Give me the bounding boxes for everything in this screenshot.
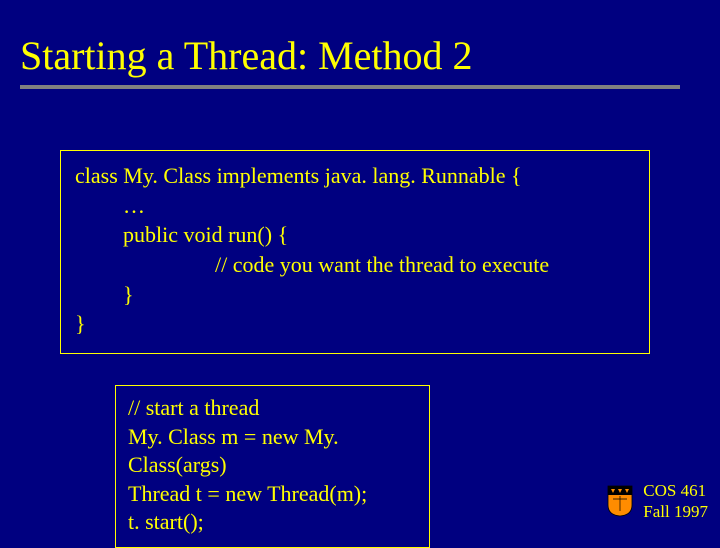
code-line: class My. Class implements java. lang. R… bbox=[75, 161, 635, 191]
footer: COS 461 Fall 1997 bbox=[607, 480, 708, 523]
code-line: public void run() { bbox=[75, 220, 635, 250]
code-line: // code you want the thread to execute bbox=[75, 250, 635, 280]
page-title: Starting a Thread: Method 2 bbox=[20, 32, 700, 79]
code-line: // start a thread bbox=[128, 394, 417, 423]
term-label: Fall 1997 bbox=[643, 501, 708, 522]
code-line: t. start(); bbox=[128, 508, 417, 537]
code-block-usage: // start a thread My. Class m = new My. … bbox=[115, 385, 430, 548]
footer-text: COS 461 Fall 1997 bbox=[643, 480, 708, 523]
code-line: … bbox=[75, 191, 635, 221]
code-line: Thread t = new Thread(m); bbox=[128, 480, 417, 509]
title-underline bbox=[20, 85, 680, 89]
code-line: } bbox=[75, 280, 635, 310]
course-code: COS 461 bbox=[643, 480, 708, 501]
shield-icon bbox=[607, 485, 633, 517]
code-block-class-definition: class My. Class implements java. lang. R… bbox=[60, 150, 650, 354]
code-line: } bbox=[75, 309, 635, 339]
code-line: My. Class m = new My. Class(args) bbox=[128, 423, 417, 480]
title-area: Starting a Thread: Method 2 bbox=[0, 0, 720, 89]
